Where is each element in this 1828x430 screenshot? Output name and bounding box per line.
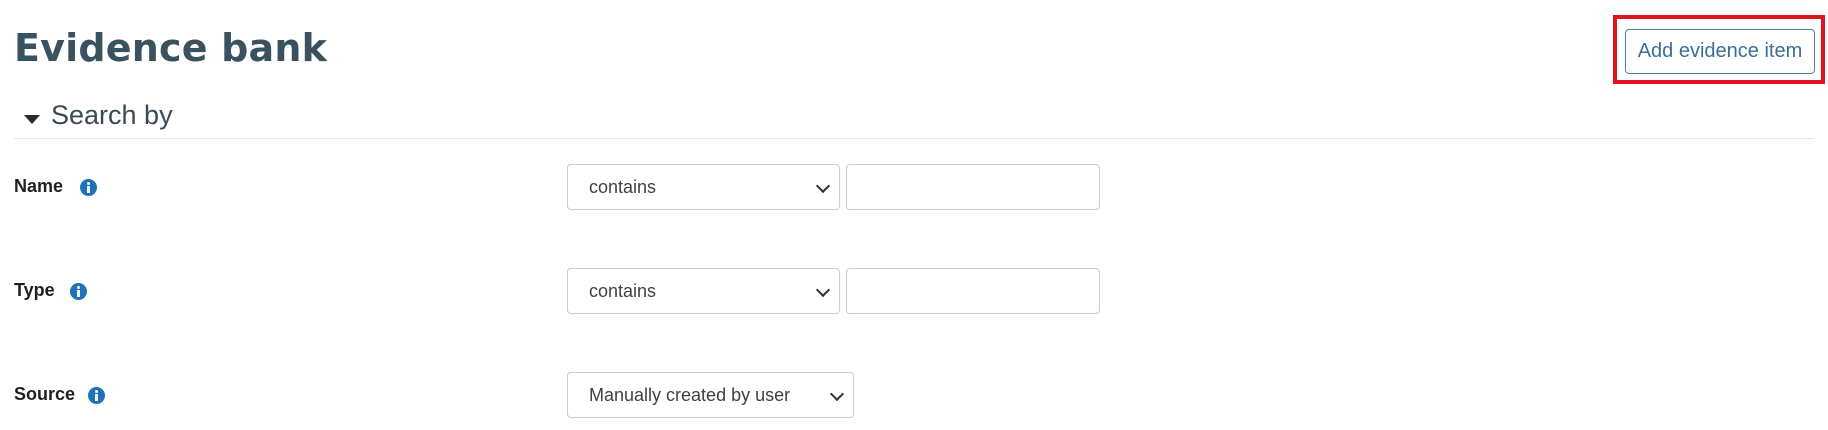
- chevron-down-icon: [815, 178, 831, 194]
- name-value-input[interactable]: [846, 164, 1100, 210]
- search-by-title[interactable]: Search by: [51, 100, 173, 131]
- info-circle-icon[interactable]: [80, 179, 97, 196]
- chevron-down-icon: [815, 282, 831, 298]
- filter-label-name: Name: [14, 176, 64, 196]
- chevron-down-icon: [829, 386, 845, 402]
- info-circle-icon[interactable]: [88, 387, 105, 404]
- filter-row-source: Source Manually created by user: [14, 372, 1814, 420]
- source-select-value: Manually created by user: [589, 385, 791, 405]
- filter-label-type: Type: [14, 280, 55, 300]
- filter-row-type: Type contains: [14, 268, 1814, 316]
- name-operator-value: contains: [589, 177, 657, 197]
- source-select[interactable]: Manually created by user: [567, 372, 854, 418]
- name-operator-select[interactable]: contains: [567, 164, 840, 210]
- type-value-input[interactable]: [846, 268, 1100, 314]
- add-evidence-item-button[interactable]: Add evidence item: [1625, 29, 1815, 74]
- type-operator-value: contains: [589, 281, 657, 301]
- info-circle-icon[interactable]: [70, 283, 87, 300]
- filter-row-name: Name contains: [14, 164, 1814, 212]
- filter-label-source: Source: [14, 384, 76, 404]
- caret-down-icon[interactable]: [24, 115, 40, 124]
- search-by-section-header[interactable]: Search by: [14, 98, 1814, 139]
- evidence-bank-page: Evidence bank Add evidence item Search b…: [0, 0, 1828, 430]
- page-title: Evidence bank: [14, 26, 328, 70]
- type-operator-select[interactable]: contains: [567, 268, 840, 314]
